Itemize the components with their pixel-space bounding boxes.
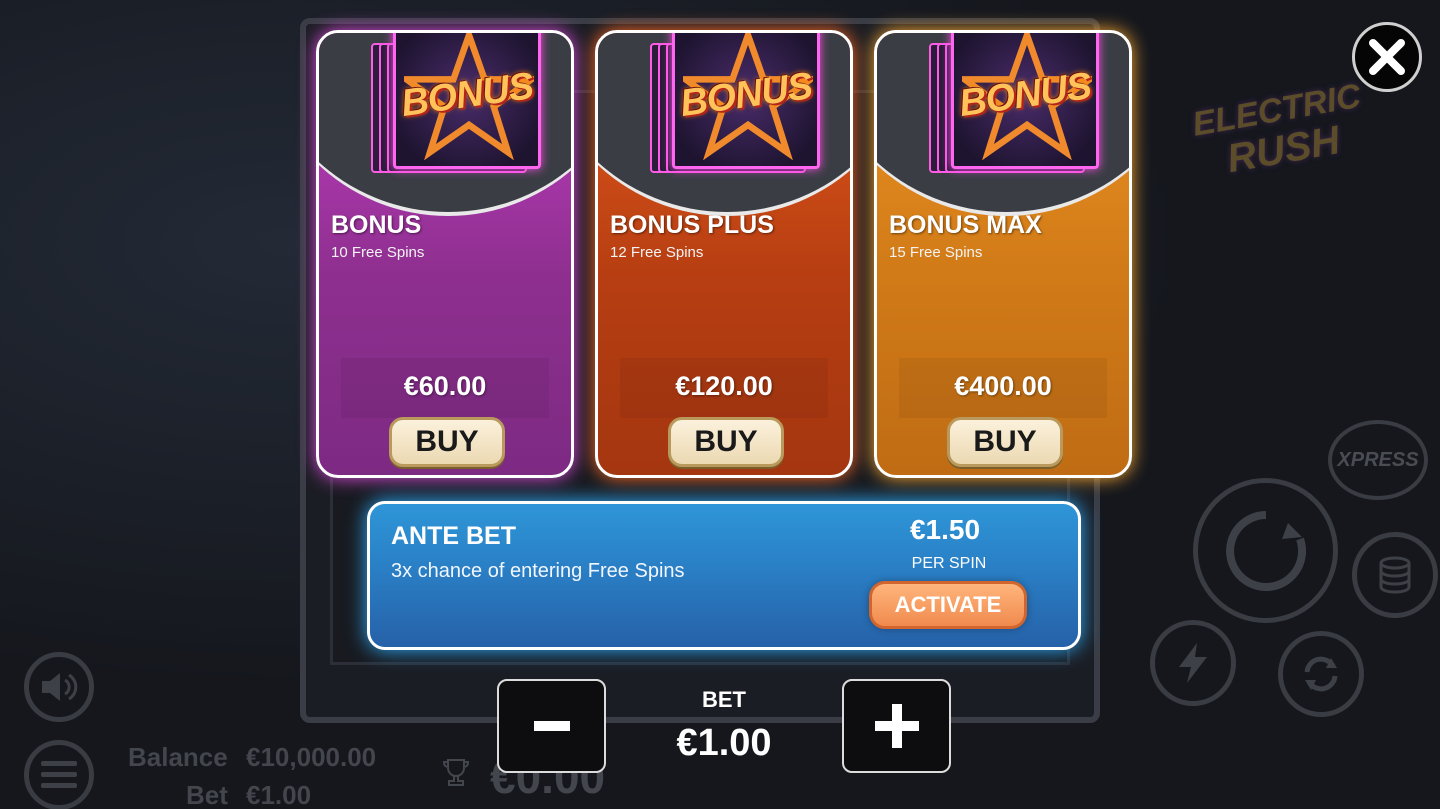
- xpress-label: XPRESS: [1337, 448, 1419, 471]
- activate-ante-button[interactable]: ACTIVATE: [869, 581, 1027, 629]
- bonus-symbol-art: BONUS: [628, 33, 824, 183]
- bonus-symbol-art: BONUS: [907, 33, 1103, 183]
- speaker-icon: [42, 673, 78, 701]
- ante-bet-price: €1.50: [909, 514, 981, 545]
- card-price: €60.00: [403, 371, 487, 401]
- close-button[interactable]: [1352, 22, 1422, 92]
- bet-value: €1.00: [676, 722, 772, 764]
- balance-label: Balance: [128, 742, 228, 772]
- bet-display: BET €1.00: [604, 680, 844, 780]
- xpress-button[interactable]: XPRESS: [1328, 420, 1428, 500]
- bonus-symbol-art: BONUS: [349, 33, 545, 183]
- trophy-icon: [443, 759, 469, 786]
- card-title: BONUS: [331, 211, 422, 239]
- bet-label-bg: Bet: [186, 780, 228, 809]
- close-icon: [1369, 39, 1405, 75]
- plus-icon: [874, 704, 919, 748]
- bet-label: BET: [702, 687, 746, 712]
- menu-icon: [41, 761, 77, 788]
- spin-button[interactable]: [1193, 478, 1338, 623]
- game-logo: ELECTRIC RUSH: [1190, 43, 1367, 217]
- card-price: €120.00: [675, 371, 773, 401]
- card-subtitle: 15 Free Spins: [889, 244, 983, 261]
- card-price: €400.00: [954, 371, 1052, 401]
- turbo-button[interactable]: [1150, 620, 1236, 706]
- card-title: BONUS MAX: [889, 211, 1042, 239]
- autoplay-icon: [1304, 656, 1338, 692]
- decrease-bet-button[interactable]: [497, 679, 606, 773]
- bonus-max-card: BONUS BONUS MAX 15 Free Spins €400.00 BU…: [874, 30, 1132, 478]
- buy-bonus-max-button[interactable]: BUY: [947, 417, 1063, 467]
- balance-value: €10,000.00: [246, 742, 377, 772]
- sound-button[interactable]: [24, 652, 94, 722]
- lightning-icon: [1179, 643, 1207, 683]
- increase-bet-button[interactable]: [842, 679, 951, 773]
- bonus-plus-card: BONUS BONUS PLUS 12 Free Spins €120.00 B…: [595, 30, 853, 478]
- bet-value-bg: €1.00: [246, 780, 312, 809]
- buy-bonus-button[interactable]: BUY: [389, 417, 505, 467]
- minus-icon: [533, 721, 570, 731]
- card-subtitle: 12 Free Spins: [610, 244, 704, 261]
- coins-button[interactable]: [1352, 532, 1438, 618]
- autoplay-button[interactable]: [1278, 631, 1364, 717]
- buy-bonus-plus-button[interactable]: BUY: [668, 417, 784, 467]
- card-subtitle: 10 Free Spins: [331, 244, 425, 261]
- ante-bet-description: 3x chance of entering Free Spins: [391, 560, 685, 582]
- coins-icon: [1379, 556, 1411, 594]
- card-title: BONUS PLUS: [610, 211, 774, 239]
- bonus-card: BONUS BONUS 10 Free Spins €60.00 BUY: [316, 30, 574, 478]
- ante-bet-per-spin: PER SPIN: [911, 555, 987, 572]
- menu-button[interactable]: [24, 740, 94, 809]
- ante-bet-panel: ANTE BET 3x chance of entering Free Spin…: [367, 501, 1081, 650]
- ante-bet-title: ANTE BET: [391, 522, 516, 550]
- spin-icon: [1225, 510, 1306, 591]
